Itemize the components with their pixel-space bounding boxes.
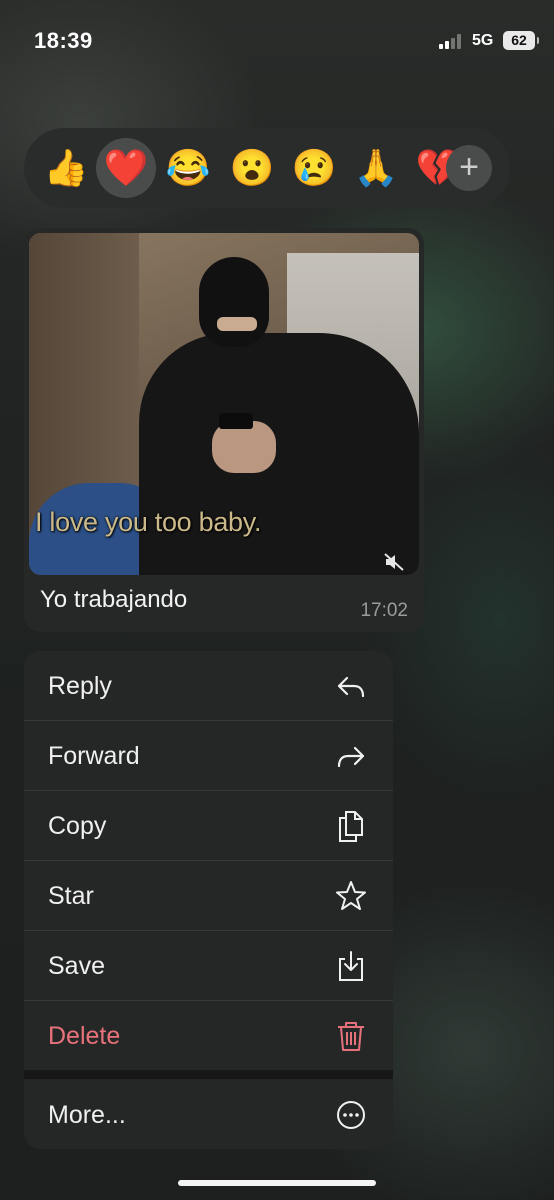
menu-item-forward[interactable]: Forward [24, 721, 393, 791]
star-icon [336, 881, 366, 910]
reaction-thumbs-up[interactable]: 👍 [36, 138, 96, 198]
menu-item-label: Star [48, 882, 94, 910]
battery-icon: 62 [503, 31, 539, 50]
message-timestamp: 17:02 [360, 600, 408, 621]
menu-item-delete[interactable]: Delete [24, 1001, 393, 1071]
network-type: 5G [472, 32, 494, 49]
copy-icon [339, 811, 363, 842]
reaction-praying-hands[interactable]: 🙏 [346, 138, 406, 198]
muted-speaker-icon[interactable] [383, 553, 405, 571]
forward-icon [337, 746, 365, 768]
menu-item-star[interactable]: Star [24, 861, 393, 931]
reaction-heart[interactable]: ❤️ [96, 138, 156, 198]
signal-icon [439, 33, 465, 49]
message-context-menu: Reply Forward Copy Star Save Delete More… [24, 651, 393, 1149]
video-thumbnail[interactable]: I love you too baby. [29, 233, 419, 575]
menu-item-more[interactable]: More... [24, 1080, 393, 1149]
reaction-surprised[interactable]: 😮 [222, 138, 282, 198]
message-text: Yo trabajando [40, 586, 188, 613]
reaction-laughing[interactable]: 😂 [158, 138, 218, 198]
menu-item-label: Copy [48, 812, 107, 840]
home-indicator[interactable] [178, 1180, 376, 1186]
more-ellipsis-icon [337, 1101, 365, 1129]
menu-item-label: Reply [48, 672, 112, 700]
save-download-icon [339, 951, 363, 981]
menu-item-label: Forward [48, 742, 140, 770]
reply-icon [337, 676, 365, 698]
status-time: 18:39 [34, 28, 93, 53]
status-bar: 18:39 5G 62 [0, 0, 554, 80]
message-bubble[interactable]: I love you too baby. Yo trabajando 17:02 [24, 228, 424, 632]
menu-item-label: More... [48, 1101, 126, 1129]
reaction-crying[interactable]: 😢 [284, 138, 344, 198]
menu-item-copy[interactable]: Copy [24, 791, 393, 861]
reaction-bar: 👍 ❤️ 😂 😮 😢 🙏 💔 + [24, 128, 510, 208]
menu-item-save[interactable]: Save [24, 931, 393, 1001]
menu-item-reply[interactable]: Reply [24, 651, 393, 721]
video-caption-text: I love you too baby. [35, 507, 262, 537]
menu-item-label: Save [48, 952, 105, 980]
menu-item-label: Delete [48, 1022, 121, 1050]
trash-icon [338, 1022, 364, 1051]
more-reactions-button[interactable]: + [446, 145, 492, 191]
